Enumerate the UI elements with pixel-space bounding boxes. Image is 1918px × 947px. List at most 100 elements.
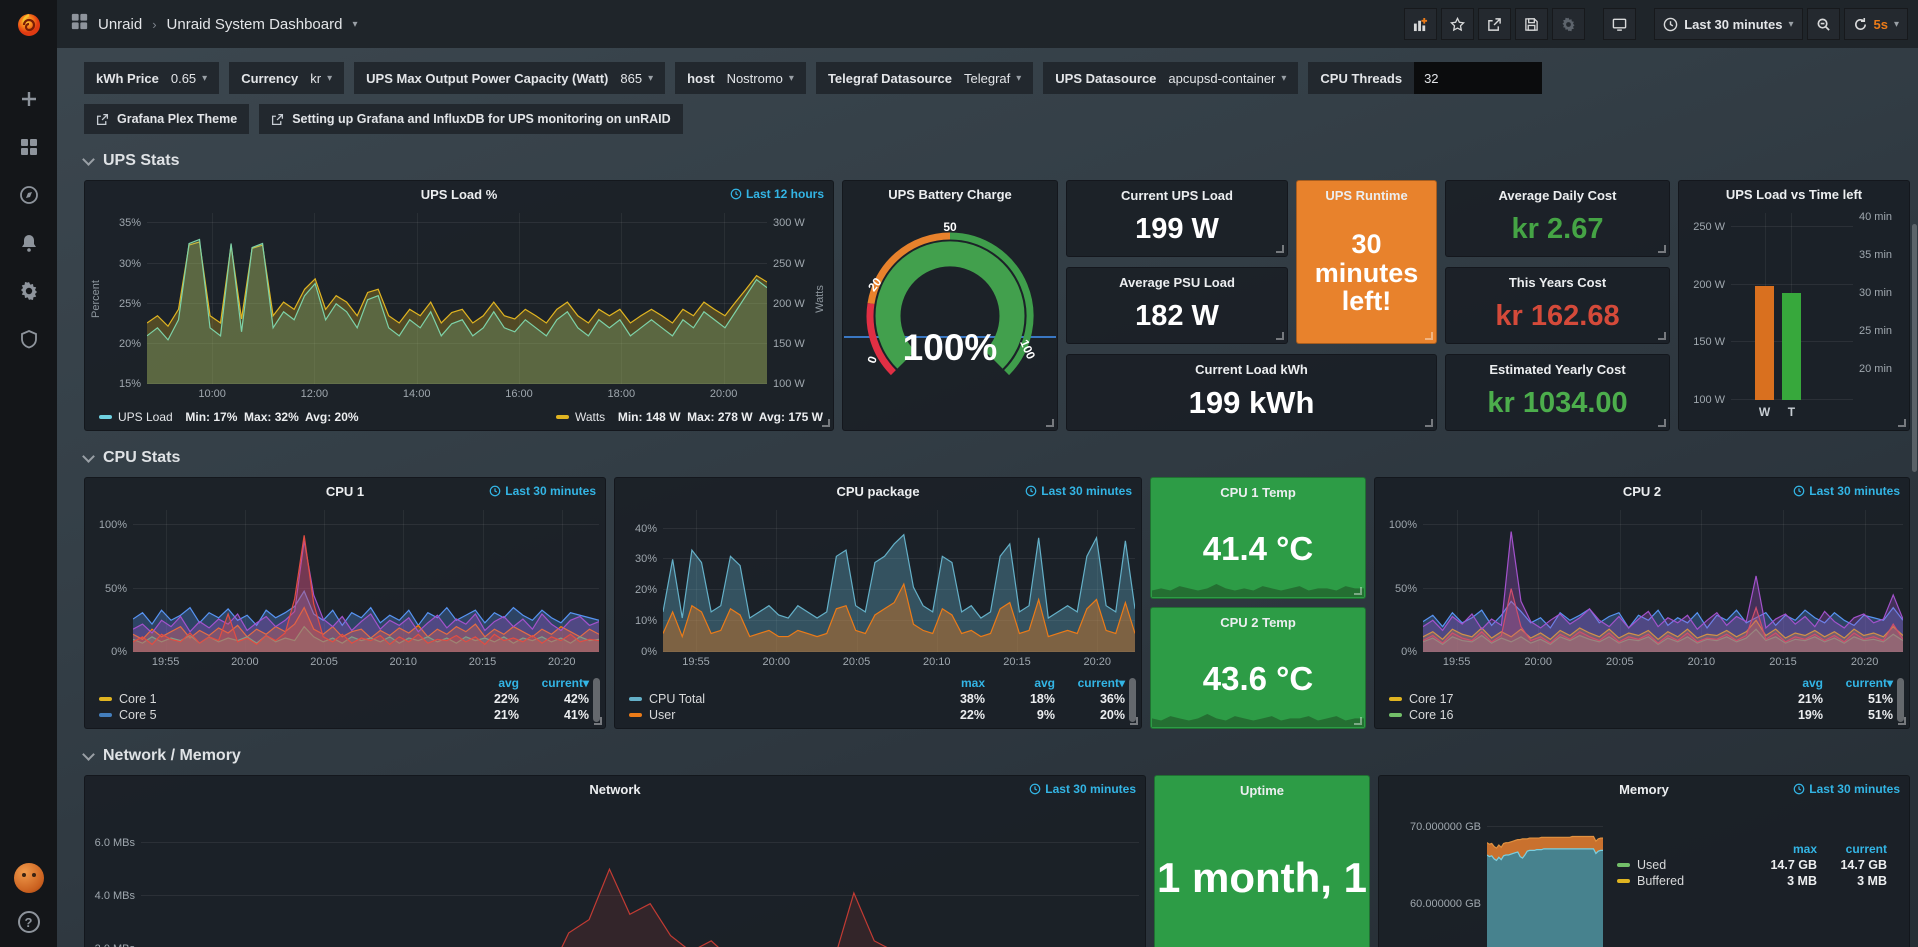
panel-ups-load[interactable]: UPS Load %Last 12 hoursPercent35%30%25%2…: [84, 180, 834, 431]
legend-scrollbar[interactable]: [1129, 678, 1136, 722]
legend-series-name[interactable]: Used: [1617, 858, 1747, 872]
panel-cpu-package[interactable]: CPU packageLast 30 minutes40%30%20%10%0%…: [614, 477, 1142, 729]
panel-title[interactable]: UPS Load %: [421, 187, 498, 202]
stat-panel-average-psu-load[interactable]: Average PSU Load182 W: [1066, 267, 1288, 344]
variable-currency[interactable]: Currencykr▾: [229, 62, 344, 94]
variable-telegraf-datasource[interactable]: Telegraf DatasourceTelegraf▾: [816, 62, 1033, 94]
legend-series-name[interactable]: Buffered: [1617, 874, 1747, 888]
dashboard-link[interactable]: Grafana Plex Theme: [84, 104, 249, 134]
variable-value[interactable]: kr▾: [310, 71, 332, 86]
legend-column-header[interactable]: current▾: [1823, 676, 1893, 690]
panel-memory[interactable]: MemoryLast 30 minutes70.000000 GB60.0000…: [1378, 775, 1910, 947]
alerting-bell-icon[interactable]: [18, 232, 40, 254]
add-panel-button[interactable]: [1404, 8, 1437, 40]
legend-series-name[interactable]: Core 5: [99, 708, 449, 722]
panel-title[interactable]: Memory: [1619, 782, 1669, 797]
variable-input[interactable]: 32: [1414, 62, 1542, 94]
user-avatar[interactable]: [14, 863, 44, 893]
panel-title[interactable]: UPS Battery Charge: [888, 187, 1012, 202]
variable-value[interactable]: Nostromo▾: [727, 71, 794, 86]
panel-cpu2[interactable]: CPU 2Last 30 minutes100%50%0%19:5520:002…: [1374, 477, 1910, 729]
panel-title[interactable]: CPU 2: [1623, 484, 1661, 499]
stat-panel-average-daily-cost[interactable]: Average Daily Costkr 2.67: [1445, 180, 1670, 257]
page-scrollbar[interactable]: [1912, 224, 1917, 472]
panel-title[interactable]: UPS Load vs Time left: [1726, 187, 1862, 202]
zoom-out-button[interactable]: [1807, 8, 1840, 40]
variable-value[interactable]: 0.65▾: [171, 71, 207, 86]
variable-value[interactable]: Telegraf▾: [964, 71, 1021, 86]
panel-ups-load-vs-time[interactable]: UPS Load vs Time left250 W200 W150 W100 …: [1678, 180, 1910, 431]
dashboard-grid-icon[interactable]: [71, 13, 88, 35]
variable-value[interactable]: 865▾: [620, 71, 653, 86]
legend-series-name[interactable]: CPU Total: [629, 692, 915, 706]
configuration-gear-icon[interactable]: [18, 280, 40, 302]
legend-column-header[interactable]: avg: [985, 676, 1055, 690]
variable-ups-max-output-power-capacity-watt-[interactable]: UPS Max Output Power Capacity (Watt)865▾: [354, 62, 665, 94]
legend-column-header[interactable]: avg: [1753, 676, 1823, 690]
legend-column-header[interactable]: current▾: [1055, 676, 1125, 690]
admin-shield-icon[interactable]: [18, 328, 40, 350]
legend-column-header[interactable]: current▾: [519, 676, 589, 690]
section-cpu-stats[interactable]: CPU Stats: [84, 449, 1910, 467]
legend-series-name[interactable]: Core 16: [1389, 708, 1753, 722]
panel-title[interactable]: CPU package: [836, 484, 919, 499]
panel-title[interactable]: CPU 1: [326, 484, 364, 499]
panel-cpu1-temp[interactable]: CPU 1 Temp41.4 °C: [1150, 477, 1366, 599]
panel-ups-battery-gauge[interactable]: UPS Battery Charge 02050100 100%: [842, 180, 1058, 431]
stat-panel-ups-runtime[interactable]: UPS Runtime30 minutes left!: [1296, 180, 1437, 344]
refresh-button[interactable]: 5s ▾: [1844, 8, 1909, 40]
panel-time-range-link[interactable]: Last 30 minutes: [489, 484, 596, 498]
legend-column-header[interactable]: avg: [449, 676, 519, 690]
dashboard-link[interactable]: Setting up Grafana and InfluxDB for UPS …: [259, 104, 682, 134]
section-ups-stats[interactable]: UPS Stats: [84, 152, 1910, 170]
create-plus-icon[interactable]: [18, 88, 40, 110]
variable-cpu-threads[interactable]: CPU Threads32: [1308, 62, 1542, 94]
panel-cpu2-temp[interactable]: CPU 2 Temp43.6 °C: [1150, 607, 1366, 729]
time-range-picker[interactable]: Last 30 minutes ▾: [1654, 8, 1802, 40]
explore-compass-icon[interactable]: [18, 184, 40, 206]
help-icon[interactable]: ?: [18, 911, 40, 933]
stat-panel-current-load-kwh[interactable]: Current Load kWh199 kWh: [1066, 354, 1437, 431]
settings-gear-button[interactable]: [1552, 8, 1585, 40]
panel-cpu1[interactable]: CPU 1Last 30 minutes100%50%0%19:5520:002…: [84, 477, 606, 729]
legend-item[interactable]: Watts Min: 148 W Max: 278 W Avg: 175 W: [556, 410, 823, 424]
variable-kwh-price[interactable]: kWh Price0.65▾: [84, 62, 219, 94]
stat-panel-estimated-yearly-cost[interactable]: Estimated Yearly Costkr 1034.00: [1445, 354, 1670, 431]
panel-time-range-link[interactable]: Last 30 minutes: [1793, 484, 1900, 498]
panel-time-range-link[interactable]: Last 30 minutes: [1025, 484, 1132, 498]
legend-series-name[interactable]: Core 1: [99, 692, 449, 706]
title-caret-icon[interactable]: ▾: [352, 19, 357, 30]
panel-network[interactable]: NetworkLast 30 minutes6.0 MBs4.0 MBs2.0 …: [84, 775, 1146, 947]
legend-column-header[interactable]: current: [1817, 842, 1887, 856]
legend-column-header[interactable]: max: [915, 676, 985, 690]
stat-panel-this-years-cost[interactable]: This Years Costkr 162.68: [1445, 267, 1670, 344]
bar-category-label: W: [1759, 405, 1770, 419]
cycle-view-tv-button[interactable]: [1603, 8, 1636, 40]
x-axis-tick-label: 20:05: [843, 656, 871, 668]
legend-item[interactable]: UPS Load Min: 17% Max: 32% Avg: 20%: [99, 410, 359, 424]
legend-scrollbar[interactable]: [1897, 678, 1904, 722]
stat-panel-current-ups-load[interactable]: Current UPS Load199 W: [1066, 180, 1288, 257]
variable-value[interactable]: apcupsd-container▾: [1168, 71, 1286, 86]
share-button[interactable]: [1478, 8, 1511, 40]
axis-tick-label: 40%: [635, 523, 657, 535]
refresh-caret-icon: ▾: [1894, 19, 1899, 30]
legend-series-name[interactable]: User: [629, 708, 915, 722]
variable-host[interactable]: hostNostromo▾: [675, 62, 806, 94]
panel-title[interactable]: Network: [589, 782, 640, 797]
variable-ups-datasource[interactable]: UPS Datasourceapcupsd-container▾: [1043, 62, 1298, 94]
legend-scrollbar[interactable]: [593, 678, 600, 722]
page-title[interactable]: Unraid System Dashboard: [167, 16, 343, 33]
panel-time-range-link[interactable]: Last 30 minutes: [1793, 782, 1900, 796]
panel-time-range-link[interactable]: Last 12 hours: [730, 187, 824, 201]
legend-column-header[interactable]: max: [1747, 842, 1817, 856]
save-button[interactable]: [1515, 8, 1548, 40]
breadcrumb-folder[interactable]: Unraid: [98, 16, 142, 33]
dashboards-icon[interactable]: [18, 136, 40, 158]
grafana-logo[interactable]: [0, 0, 57, 48]
panel-uptime[interactable]: Uptime1 month, 1: [1154, 775, 1370, 947]
panel-time-range-link[interactable]: Last 30 minutes: [1029, 782, 1136, 796]
section-network-memory[interactable]: Network / Memory: [84, 747, 1910, 765]
star-button[interactable]: [1441, 8, 1474, 40]
legend-series-name[interactable]: Core 17: [1389, 692, 1753, 706]
